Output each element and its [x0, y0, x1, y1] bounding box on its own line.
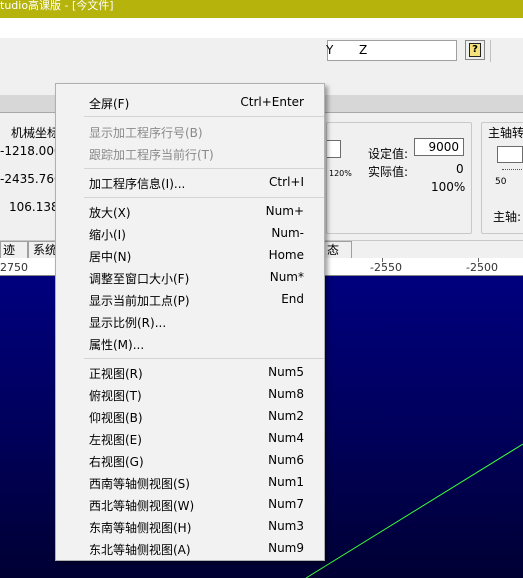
ruler-tick — [478, 258, 479, 262]
menu-item-label: 加工程序信息(I)... — [89, 177, 186, 191]
menu-item-shortcut: Num9 — [268, 541, 304, 555]
menu-item-label: 跟踪加工程序当前行(T) — [89, 148, 214, 162]
menu-item-label: 左视图(E) — [89, 433, 142, 447]
menu-item-label: 西南等轴侧视图(S) — [89, 477, 190, 491]
feed-percent-tick: 120% — [329, 169, 352, 178]
set-value-label: 设定值: — [368, 147, 409, 161]
menu-item-bottom-view[interactable]: 仰视图(B) Num2 — [56, 406, 324, 428]
menu-item-shortcut: Num3 — [268, 519, 304, 533]
menu-item-shortcut: Home — [268, 248, 304, 262]
menu-item-label: 东北等轴侧视图(A) — [89, 543, 191, 557]
menu-item-label: 俯视图(T) — [89, 389, 142, 403]
menu-item-sw-iso-view[interactable]: 西南等轴侧视图(S) Num1 — [56, 472, 324, 494]
set-value-field[interactable]: 9000 — [414, 138, 464, 156]
context-menu: 全屏(F) Ctrl+Enter 显示加工程序行号(B) 跟踪加工程序当前行(T… — [55, 83, 325, 561]
menu-item-ne-iso-view[interactable]: 东北等轴侧视图(A) Num9 — [56, 538, 324, 560]
menu-item-shortcut: Ctrl+Enter — [240, 95, 304, 109]
menu-item-label: 正视图(R) — [89, 367, 143, 381]
tab-trace[interactable]: 迹 — [0, 241, 28, 258]
menu-item-top-view[interactable]: 俯视图(T) Num8 — [56, 384, 324, 406]
window-title: tudio高课版 - [今文件] — [0, 0, 114, 12]
menu-item-fit-window[interactable]: 调整至窗口大小(F) Num* — [56, 267, 324, 289]
menu-item-left-view[interactable]: 左视图(E) Num4 — [56, 428, 324, 450]
menu-item-label: 居中(N) — [89, 250, 132, 264]
spindle-label: 主轴: — [493, 210, 522, 224]
menu-item-shortcut: Ctrl+I — [269, 175, 304, 189]
menu-separator — [84, 116, 324, 117]
tab-system[interactable]: 系统 — [28, 241, 56, 258]
menu-item-shortcut: End — [281, 292, 304, 306]
menu-item-label: 显示比例(R)... — [89, 316, 167, 330]
menu-item-label: 右视图(G) — [89, 455, 144, 469]
toolbar-separator — [490, 40, 491, 62]
machine-z-value: 106.138 — [9, 200, 59, 214]
actual-value: 0 — [456, 162, 464, 176]
coord-y-label: Y — [326, 43, 334, 57]
spindle-scale-50: 50 — [495, 177, 507, 187]
menu-item-shortcut: Num5 — [268, 365, 304, 379]
menu-bar — [0, 18, 523, 37]
menu-item-label: 全屏(F) — [89, 97, 130, 111]
menu-item-se-iso-view[interactable]: 东南等轴侧视图(H) Num3 — [56, 516, 324, 538]
menu-item-shortcut: Num* — [269, 270, 304, 284]
menu-item-label: 放大(X) — [89, 206, 131, 220]
title-bar: tudio高课版 - [今文件] — [0, 0, 523, 18]
menu-item-show-line-numbers[interactable]: 显示加工程序行号(B) — [56, 121, 324, 143]
menu-item-shortcut: Num+ — [265, 204, 304, 218]
help-icon: ? — [469, 43, 481, 57]
menu-item-center[interactable]: 居中(N) Home — [56, 245, 324, 267]
menu-item-zoom-in[interactable]: 放大(X) Num+ — [56, 201, 324, 223]
coord-z-label: Z — [359, 43, 368, 57]
override-percent: 100% — [431, 180, 466, 194]
menu-item-label: 仰视图(B) — [89, 411, 143, 425]
menu-item-shortcut: Num6 — [268, 453, 304, 467]
menu-item-label: 显示当前加工点(P) — [89, 294, 190, 308]
menu-item-shortcut: Num2 — [268, 409, 304, 423]
ruler-label-left: 2750 — [0, 261, 28, 274]
menu-item-nw-iso-view[interactable]: 西北等轴侧视图(W) Num7 — [56, 494, 324, 516]
menu-item-label: 属性(M)... — [89, 338, 145, 352]
menu-item-front-view[interactable]: 正视图(R) Num5 — [56, 362, 324, 384]
menu-item-track-current-line[interactable]: 跟踪加工程序当前行(T) — [56, 143, 324, 165]
menu-item-label: 调整至窗口大小(F) — [89, 272, 190, 286]
menu-item-right-view[interactable]: 右视图(G) Num6 — [56, 450, 324, 472]
menu-item-shortcut: Num8 — [268, 387, 304, 401]
menu-item-program-info[interactable]: 加工程序信息(I)... Ctrl+I — [56, 172, 324, 194]
machine-x-value: -1218.000 — [0, 144, 62, 158]
menu-item-shortcut: Num4 — [268, 431, 304, 445]
ruler-label-right: -2500 — [466, 261, 498, 274]
menu-separator — [84, 168, 324, 169]
menu-item-shortcut: Num1 — [268, 475, 304, 489]
spindle-scale-ticks — [502, 169, 523, 173]
toolpath-segment — [305, 443, 523, 578]
menu-item-shortcut: Num- — [271, 226, 304, 240]
menu-item-label: 东南等轴侧视图(H) — [89, 521, 192, 535]
feed-slider-box[interactable] — [327, 140, 341, 158]
spindle-group-label: 主轴转 — [488, 126, 523, 140]
menu-item-label: 西北等轴侧视图(W) — [89, 499, 195, 513]
menu-separator — [84, 197, 324, 198]
menu-item-shortcut: Num7 — [268, 497, 304, 511]
help-button[interactable]: ? — [465, 40, 485, 60]
menu-item-show-scale[interactable]: 显示比例(R)... — [56, 311, 324, 333]
menu-item-zoom-out[interactable]: 缩小(I) Num- — [56, 223, 324, 245]
spindle-slider-box[interactable] — [497, 146, 523, 163]
menu-item-fullscreen[interactable]: 全屏(F) Ctrl+Enter — [56, 92, 324, 114]
machine-y-value: -2435.760 — [0, 172, 62, 186]
coordinate-input[interactable]: Y Z — [326, 40, 457, 61]
ruler-label-mid: -2550 — [370, 261, 402, 274]
menu-item-show-current-point[interactable]: 显示当前加工点(P) End — [56, 289, 324, 311]
actual-value-label: 实际值: — [368, 165, 409, 179]
machine-coord-label: 机械坐标 — [11, 126, 60, 140]
menu-item-properties[interactable]: 属性(M)... — [56, 333, 324, 355]
menu-item-label: 显示加工程序行号(B) — [89, 126, 203, 140]
ruler-tick — [382, 258, 383, 262]
menu-separator — [84, 358, 324, 359]
menu-item-label: 缩小(I) — [89, 228, 126, 242]
